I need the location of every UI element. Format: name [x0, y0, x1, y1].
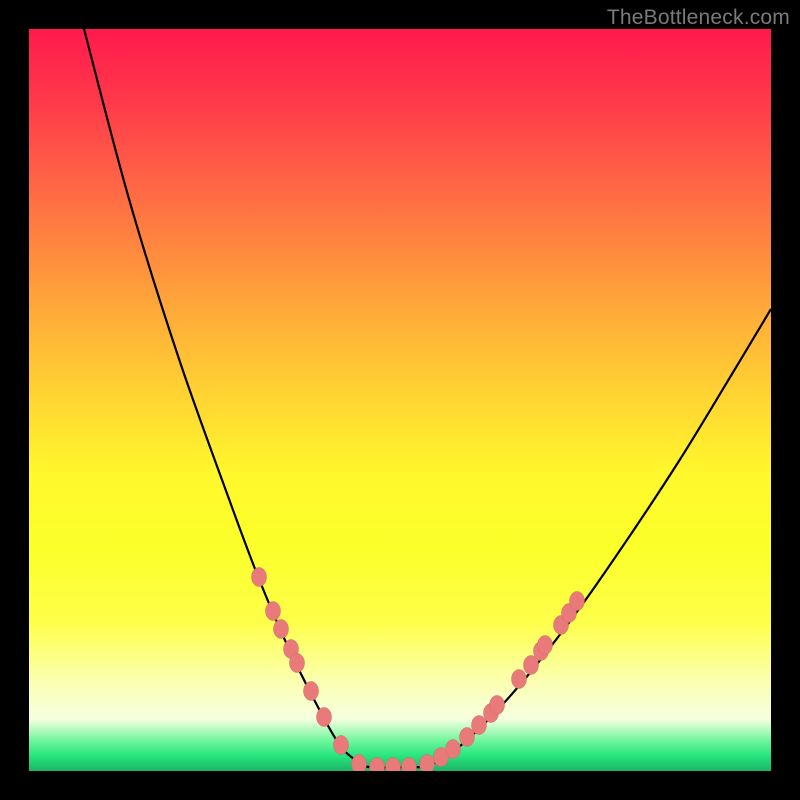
data-point [512, 670, 527, 689]
data-point [334, 736, 349, 755]
data-point [420, 755, 435, 772]
bottleneck-curve-svg [29, 29, 771, 771]
data-point [386, 758, 401, 772]
data-point [490, 696, 505, 715]
chart-plot-area [29, 29, 771, 771]
data-point [266, 602, 281, 621]
watermark-text: TheBottleneck.com [607, 6, 790, 30]
data-point [352, 755, 367, 772]
data-point [274, 620, 289, 639]
data-point [252, 568, 267, 587]
data-point [370, 758, 385, 772]
data-point [317, 708, 332, 727]
data-point [460, 728, 475, 747]
data-point [290, 654, 305, 673]
data-point [538, 636, 553, 655]
data-point [472, 716, 487, 735]
data-point [446, 740, 461, 759]
bottleneck-curve-path [84, 29, 771, 768]
data-point [570, 592, 585, 611]
data-point [304, 682, 319, 701]
data-point [402, 758, 417, 772]
data-points-group [252, 568, 585, 772]
